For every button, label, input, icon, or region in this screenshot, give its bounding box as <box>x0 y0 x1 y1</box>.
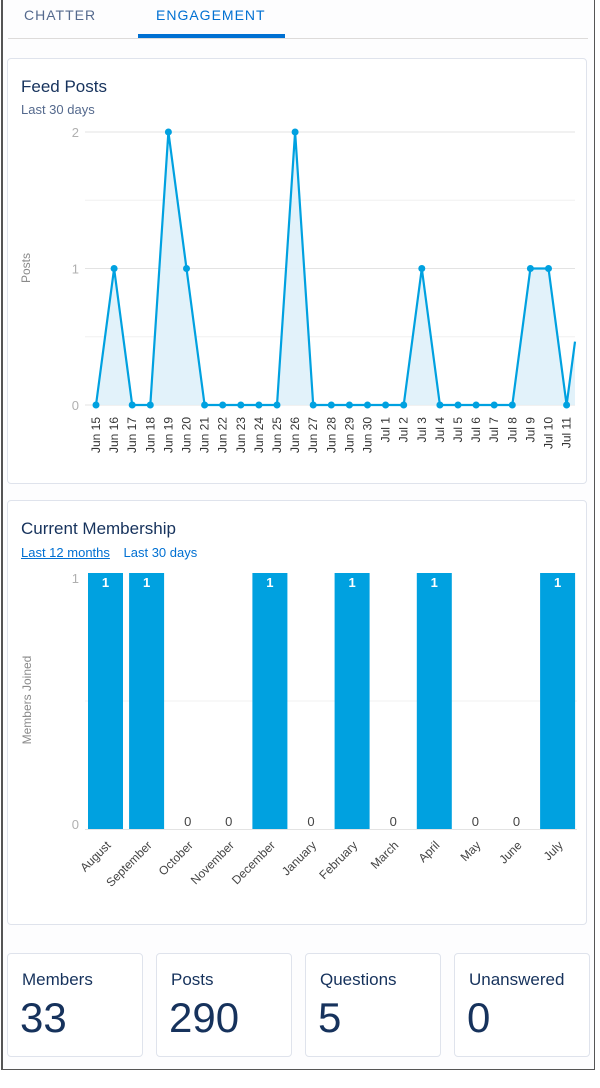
x-tick-label: October <box>156 838 196 878</box>
stat-value: 0 <box>467 994 491 1041</box>
x-tick-label: February <box>316 838 360 882</box>
stat-label: Members <box>22 970 93 989</box>
y-tick-label: 1 <box>72 571 79 586</box>
x-tick-label: November <box>188 838 237 887</box>
x-tick-label: May <box>458 838 484 864</box>
x-tick-label: August <box>77 838 114 875</box>
stat-card-posts: Posts 290 <box>156 953 292 1057</box>
stat-label: Questions <box>320 970 397 989</box>
x-tick-label: June <box>496 838 525 867</box>
data-label: 1 <box>102 575 109 590</box>
stat-card-members: Members 33 <box>7 953 143 1057</box>
data-label: 0 <box>390 814 397 829</box>
stat-card-questions: Questions 5 <box>305 953 441 1057</box>
data-label: 1 <box>554 575 561 590</box>
data-label: 0 <box>184 814 191 829</box>
data-label: 0 <box>225 814 232 829</box>
y-axis-label: Members Joined <box>20 656 34 745</box>
data-label: 1 <box>266 575 273 590</box>
stat-value: 290 <box>169 994 240 1041</box>
data-label: 1 <box>431 575 438 590</box>
stat-label: Unanswered <box>469 970 565 989</box>
y-tick-label: 0 <box>72 817 79 832</box>
data-label: 1 <box>143 575 150 590</box>
bar <box>416 573 452 829</box>
data-label: 1 <box>348 575 355 590</box>
bar <box>540 573 576 829</box>
data-label: 0 <box>513 814 520 829</box>
bar <box>334 573 370 829</box>
x-tick-label: January <box>279 838 319 878</box>
stat-card-unanswered: Unanswered 0 <box>454 953 590 1057</box>
x-tick-label: December <box>229 838 278 887</box>
data-label: 0 <box>472 814 479 829</box>
membership-chart: 01Members Joined1August1September0Octobe… <box>20 571 577 890</box>
x-tick-label: July <box>541 838 566 863</box>
stat-value: 33 <box>20 994 67 1041</box>
bar <box>252 573 288 829</box>
data-label: 0 <box>307 814 314 829</box>
bar <box>88 573 123 829</box>
stat-label: Posts <box>171 970 214 989</box>
bar <box>129 573 165 829</box>
x-tick-label: April <box>416 838 443 865</box>
x-tick-label: March <box>368 838 401 871</box>
stat-value: 5 <box>318 994 342 1041</box>
